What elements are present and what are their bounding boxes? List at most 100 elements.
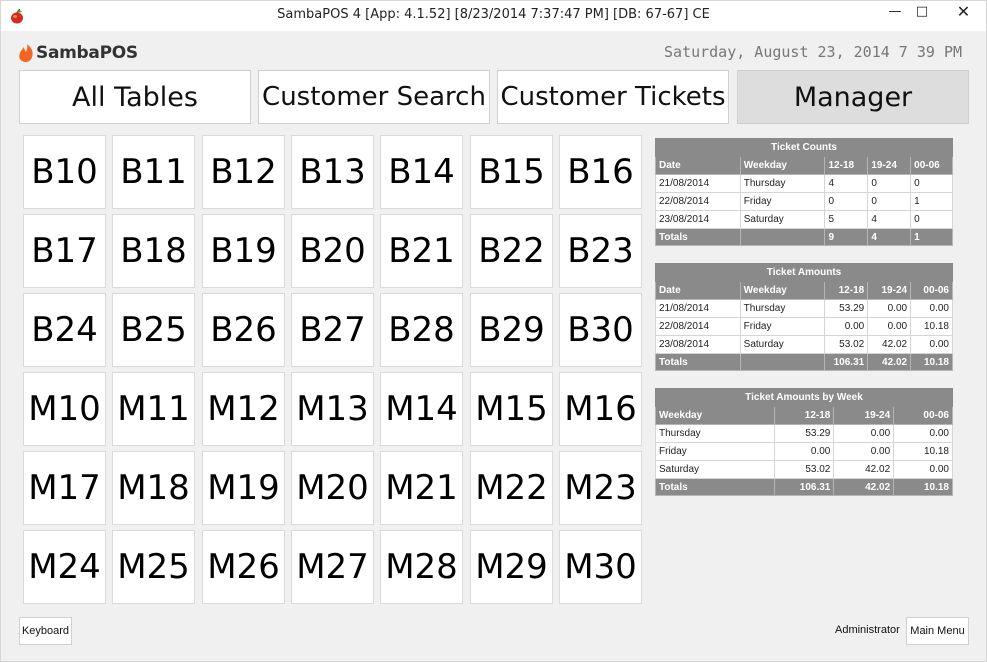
close-button[interactable]: ✕ xyxy=(941,1,986,25)
table-button[interactable]: M16 xyxy=(559,372,642,446)
report-cell: 53.29 xyxy=(773,424,835,443)
report-cell: Friday xyxy=(655,442,775,461)
table-button[interactable]: M11 xyxy=(112,372,195,446)
sambapos-logo: SambaPOS xyxy=(17,41,138,65)
table-button[interactable]: M23 xyxy=(559,451,642,525)
table-button[interactable]: M22 xyxy=(470,451,553,525)
table-button[interactable]: B26 xyxy=(202,293,285,367)
report-cell: 0 xyxy=(824,192,869,211)
report-cell: Thursday xyxy=(739,174,826,193)
nav-all-tables-button[interactable]: All Tables xyxy=(19,70,251,124)
report-cell: 0.00 xyxy=(910,299,953,318)
table-button[interactable]: B16 xyxy=(559,135,642,209)
nav-manager-button[interactable]: Manager xyxy=(737,70,969,124)
table-button[interactable]: M30 xyxy=(559,530,642,604)
table-button[interactable]: M26 xyxy=(202,530,285,604)
report-total-cell: 42.02 xyxy=(833,478,895,496)
report-cell: 4 xyxy=(824,174,869,193)
table-button[interactable]: M29 xyxy=(470,530,553,604)
table-button[interactable]: B11 xyxy=(112,135,195,209)
table-button[interactable]: B12 xyxy=(202,135,285,209)
report-total-cell: 4 xyxy=(867,228,912,246)
report-cell: Saturday xyxy=(655,460,775,479)
report-header-cell: Weekday xyxy=(739,281,826,300)
table-button[interactable]: B10 xyxy=(23,135,106,209)
report-cell: 53.29 xyxy=(824,299,869,318)
report-title: Ticket Amounts by Week xyxy=(655,388,953,407)
report-total-cell: 10.18 xyxy=(893,478,953,496)
nav-customer-search-button[interactable]: Customer Search xyxy=(258,70,490,124)
table-button[interactable]: M14 xyxy=(380,372,463,446)
table-button[interactable]: M15 xyxy=(470,372,553,446)
table-button[interactable]: M12 xyxy=(202,372,285,446)
maximize-button[interactable]: □ xyxy=(904,1,940,25)
report-totals-row: Totals 106.31 42.02 10.18 xyxy=(655,353,953,371)
table-button[interactable]: M18 xyxy=(112,451,195,525)
report-total-cell: Totals xyxy=(655,228,741,246)
table-button[interactable]: B23 xyxy=(559,214,642,288)
table-button[interactable]: B18 xyxy=(112,214,195,288)
table-button[interactable]: B17 xyxy=(23,214,106,288)
table-button[interactable]: B30 xyxy=(559,293,642,367)
keyboard-button[interactable]: Keyboard xyxy=(19,617,72,645)
report-title: Ticket Counts xyxy=(655,138,953,157)
table-button[interactable]: B22 xyxy=(470,214,553,288)
table-button[interactable]: B14 xyxy=(380,135,463,209)
report-cell: 53.02 xyxy=(824,335,869,354)
logo-flame-icon xyxy=(19,44,33,62)
report-row: Saturday 53.02 42.02 0.00 xyxy=(655,460,953,479)
report-cell: 23/08/2014 xyxy=(655,335,741,354)
table-button[interactable]: B24 xyxy=(23,293,106,367)
report-row: 23/08/2014 Saturday 53.02 42.02 0.00 xyxy=(655,335,953,354)
nav-customer-tickets-button[interactable]: Customer Tickets xyxy=(497,70,729,124)
table-button[interactable]: B25 xyxy=(112,293,195,367)
report-total-cell: 1 xyxy=(910,228,953,246)
table-button[interactable]: B15 xyxy=(470,135,553,209)
report-cell: Thursday xyxy=(739,299,826,318)
table-button[interactable]: B27 xyxy=(291,293,374,367)
report-cell: Saturday xyxy=(739,210,826,229)
report-total-cell: 106.31 xyxy=(773,478,835,496)
current-datetime: Saturday, August 23, 2014 7 39 PM xyxy=(663,43,962,61)
report-row: Friday 0.00 0.00 10.18 xyxy=(655,442,953,461)
report-cell: 0 xyxy=(910,174,953,193)
title-bar[interactable]: SambaPOS 4 [App: 4.1.52] [8/23/2014 7:37… xyxy=(1,1,986,31)
report-header-row: Date Weekday 12-18 19-24 00-06 xyxy=(655,281,953,300)
report-header-cell: Weekday xyxy=(655,406,775,425)
report-total-cell xyxy=(739,353,826,371)
report-cell: 23/08/2014 xyxy=(655,210,741,229)
report-row: 22/08/2014 Friday 0.00 0.00 10.18 xyxy=(655,317,953,336)
report-cell: Friday xyxy=(739,317,826,336)
window-title: SambaPOS 4 [App: 4.1.52] [8/23/2014 7:37… xyxy=(277,7,710,22)
report-cell: 0.00 xyxy=(824,317,869,336)
report-total-cell: 42.02 xyxy=(867,353,912,371)
report-cell: 22/08/2014 xyxy=(655,192,741,211)
report-cell: 0 xyxy=(910,210,953,229)
table-button[interactable]: B20 xyxy=(291,214,374,288)
table-button[interactable]: M10 xyxy=(23,372,106,446)
table-button[interactable]: B28 xyxy=(380,293,463,367)
report-header-cell: 12-18 xyxy=(773,406,835,425)
table-button[interactable]: M21 xyxy=(380,451,463,525)
table-button[interactable]: B13 xyxy=(291,135,374,209)
table-button[interactable]: M28 xyxy=(380,530,463,604)
table-button[interactable]: M17 xyxy=(23,451,106,525)
report-cell: Saturday xyxy=(739,335,826,354)
table-button[interactable]: M20 xyxy=(291,451,374,525)
table-button[interactable]: M19 xyxy=(202,451,285,525)
report-cell: Thursday xyxy=(655,424,775,443)
table-button[interactable]: M24 xyxy=(23,530,106,604)
table-button[interactable]: B29 xyxy=(470,293,553,367)
table-button[interactable]: M25 xyxy=(112,530,195,604)
report-cell: 10.18 xyxy=(893,442,953,461)
table-button[interactable]: B21 xyxy=(380,214,463,288)
report-totals-row: Totals 9 4 1 xyxy=(655,228,953,246)
table-button[interactable]: B19 xyxy=(202,214,285,288)
table-button[interactable]: M27 xyxy=(291,530,374,604)
report-total-cell: Totals xyxy=(655,478,775,496)
table-button[interactable]: M13 xyxy=(291,372,374,446)
report-cell: 0.00 xyxy=(910,335,953,354)
ticket-amounts-report: Ticket Amounts Date Weekday 12-18 19-24 00-06… xyxy=(655,263,953,371)
main-menu-button[interactable]: Main Menu xyxy=(906,617,969,645)
report-row: Thursday 53.29 0.00 0.00 xyxy=(655,424,953,443)
